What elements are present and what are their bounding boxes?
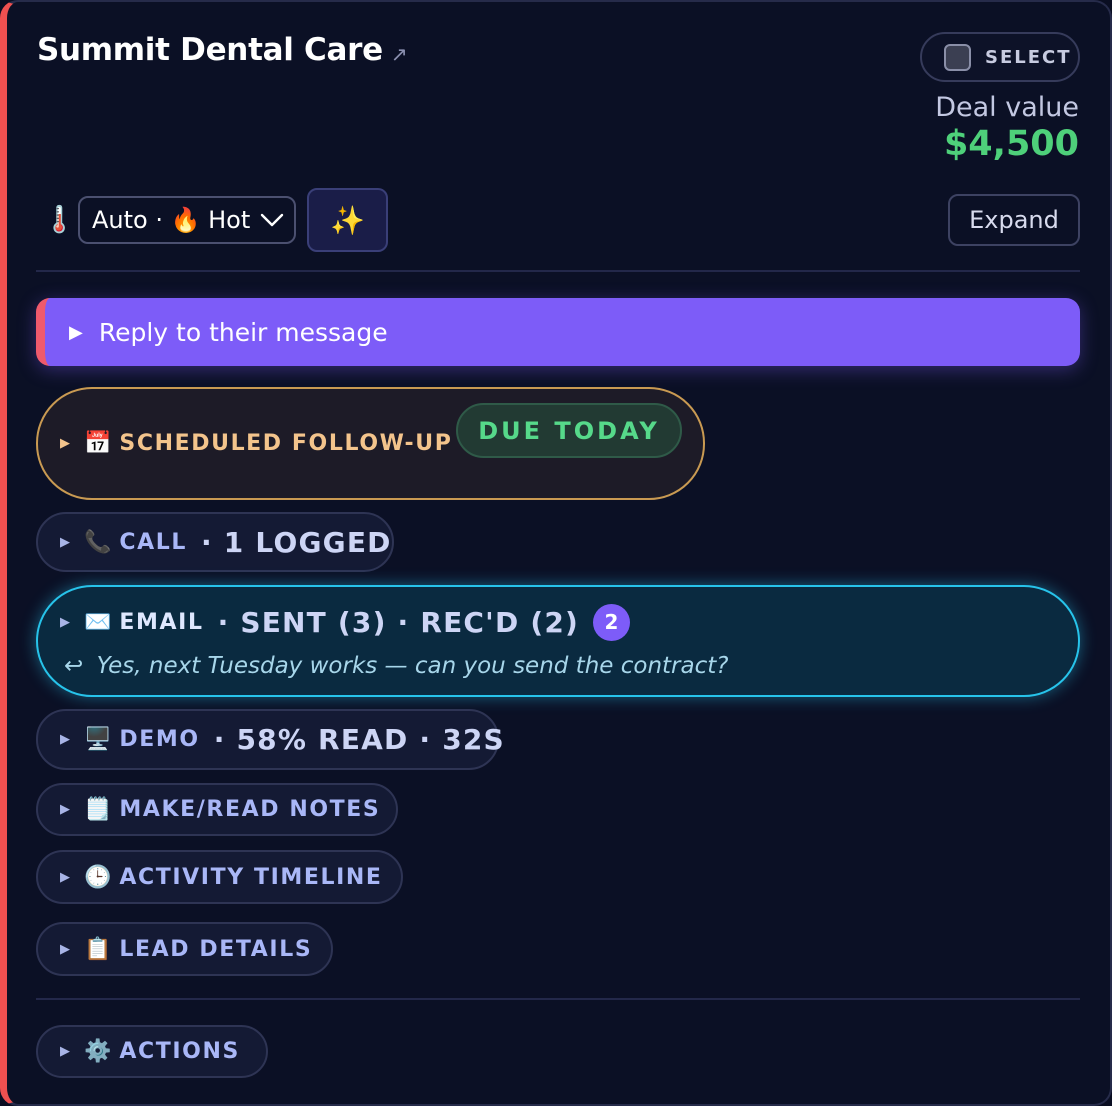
- section-notes[interactable]: ▶ 🗒️ MAKE/READ NOTES: [36, 783, 398, 836]
- temperature-value: Auto · 🔥 Hot: [92, 206, 251, 234]
- email-preview-text: Yes, next Tuesday works — can you send t…: [96, 652, 729, 679]
- reply-to-message-button[interactable]: ▶ Reply to their message: [36, 298, 1080, 366]
- gear-icon: ⚙️: [84, 1039, 112, 1064]
- select-toggle[interactable]: SELECT: [920, 32, 1080, 82]
- select-label: SELECT: [985, 46, 1072, 68]
- due-today-badge: DUE TODAY: [456, 403, 682, 458]
- expand-triangle-icon: ▶: [60, 732, 70, 747]
- lead-card: Summit Dental Care ↗ SELECT Deal value $…: [0, 0, 1112, 1106]
- ai-sparkle-button[interactable]: ✨: [307, 188, 388, 252]
- demo-meta: · 58% READ · 32S: [213, 723, 505, 756]
- clipboard-icon: 📋: [84, 936, 112, 962]
- section-label: LEAD DETAILS: [119, 936, 313, 962]
- notepad-icon: 🗒️: [84, 797, 112, 822]
- expand-triangle-icon: ▶: [60, 534, 70, 550]
- unread-count-badge: 2: [593, 603, 631, 641]
- section-label: CALL: [119, 529, 188, 555]
- chevron-down-icon: [261, 213, 284, 227]
- expand-triangle-icon: ▶: [60, 941, 70, 957]
- actions-divider: [36, 998, 1080, 1000]
- section-label: EMAIL: [119, 609, 204, 635]
- phone-icon: 📞: [84, 529, 112, 555]
- section-label: ACTIONS: [119, 1039, 240, 1064]
- section-scheduled-followup[interactable]: ▶ 📅 SCHEDULED FOLLOW-UP DUE TODAY: [36, 387, 705, 500]
- section-email[interactable]: ▶ ✉️ EMAIL · SENT (3) · REC'D (2) 2 ↩ Ye…: [36, 585, 1080, 697]
- expand-triangle-icon: ▶: [60, 614, 70, 630]
- sparkle-icon: ✨: [330, 203, 365, 237]
- lead-title-link[interactable]: Summit Dental Care ↗: [37, 32, 408, 68]
- call-meta: · 1 LOGGED: [201, 525, 392, 559]
- section-actions[interactable]: ▶ ⚙️ ACTIONS: [36, 1025, 268, 1078]
- envelope-icon: ✉️: [84, 609, 112, 635]
- section-label: ACTIVITY TIMELINE: [119, 864, 383, 890]
- section-demo[interactable]: ▶ 🖥️ DEMO · 58% READ · 32S: [36, 709, 504, 770]
- email-meta: · SENT (3) · REC'D (2): [217, 605, 580, 639]
- select-checkbox[interactable]: [944, 43, 971, 71]
- external-link-icon: ↗: [390, 42, 408, 66]
- expand-triangle-icon: ▶: [60, 869, 70, 885]
- reply-label: Reply to their message: [98, 317, 388, 347]
- temperature-select[interactable]: Auto · 🔥 Hot: [78, 196, 296, 244]
- email-header-row: ▶ ✉️ EMAIL · SENT (3) · REC'D (2) 2: [38, 603, 631, 641]
- expand-button[interactable]: Expand: [948, 194, 1080, 246]
- section-label: DEMO: [119, 727, 200, 752]
- email-preview: ↩ Yes, next Tuesday works — can you send…: [38, 653, 728, 679]
- lead-title: Summit Dental Care: [37, 32, 383, 68]
- reply-arrow-icon: ↩: [64, 652, 84, 679]
- expand-triangle-icon: ▶: [60, 1044, 70, 1059]
- section-activity-timeline[interactable]: ▶ 🕒 ACTIVITY TIMELINE: [36, 850, 403, 904]
- play-triangle-icon: ▶: [69, 321, 83, 343]
- thermometer-icon: 🌡️: [43, 205, 76, 235]
- clock-icon: 🕒: [84, 864, 112, 890]
- expand-triangle-icon: ▶: [60, 436, 70, 451]
- section-label: MAKE/READ NOTES: [119, 797, 381, 822]
- section-lead-details[interactable]: ▶ 📋 LEAD DETAILS: [36, 922, 333, 976]
- header-divider: [36, 270, 1080, 272]
- monitor-icon: 🖥️: [84, 727, 112, 752]
- deal-value-label: Deal value: [935, 92, 1079, 123]
- section-label: SCHEDULED FOLLOW-UP: [119, 431, 453, 456]
- calendar-icon: 📅: [84, 431, 112, 456]
- expand-triangle-icon: ▶: [60, 802, 70, 817]
- deal-value-amount: $4,500: [943, 124, 1079, 164]
- section-call[interactable]: ▶ 📞 CALL · 1 LOGGED: [36, 512, 394, 572]
